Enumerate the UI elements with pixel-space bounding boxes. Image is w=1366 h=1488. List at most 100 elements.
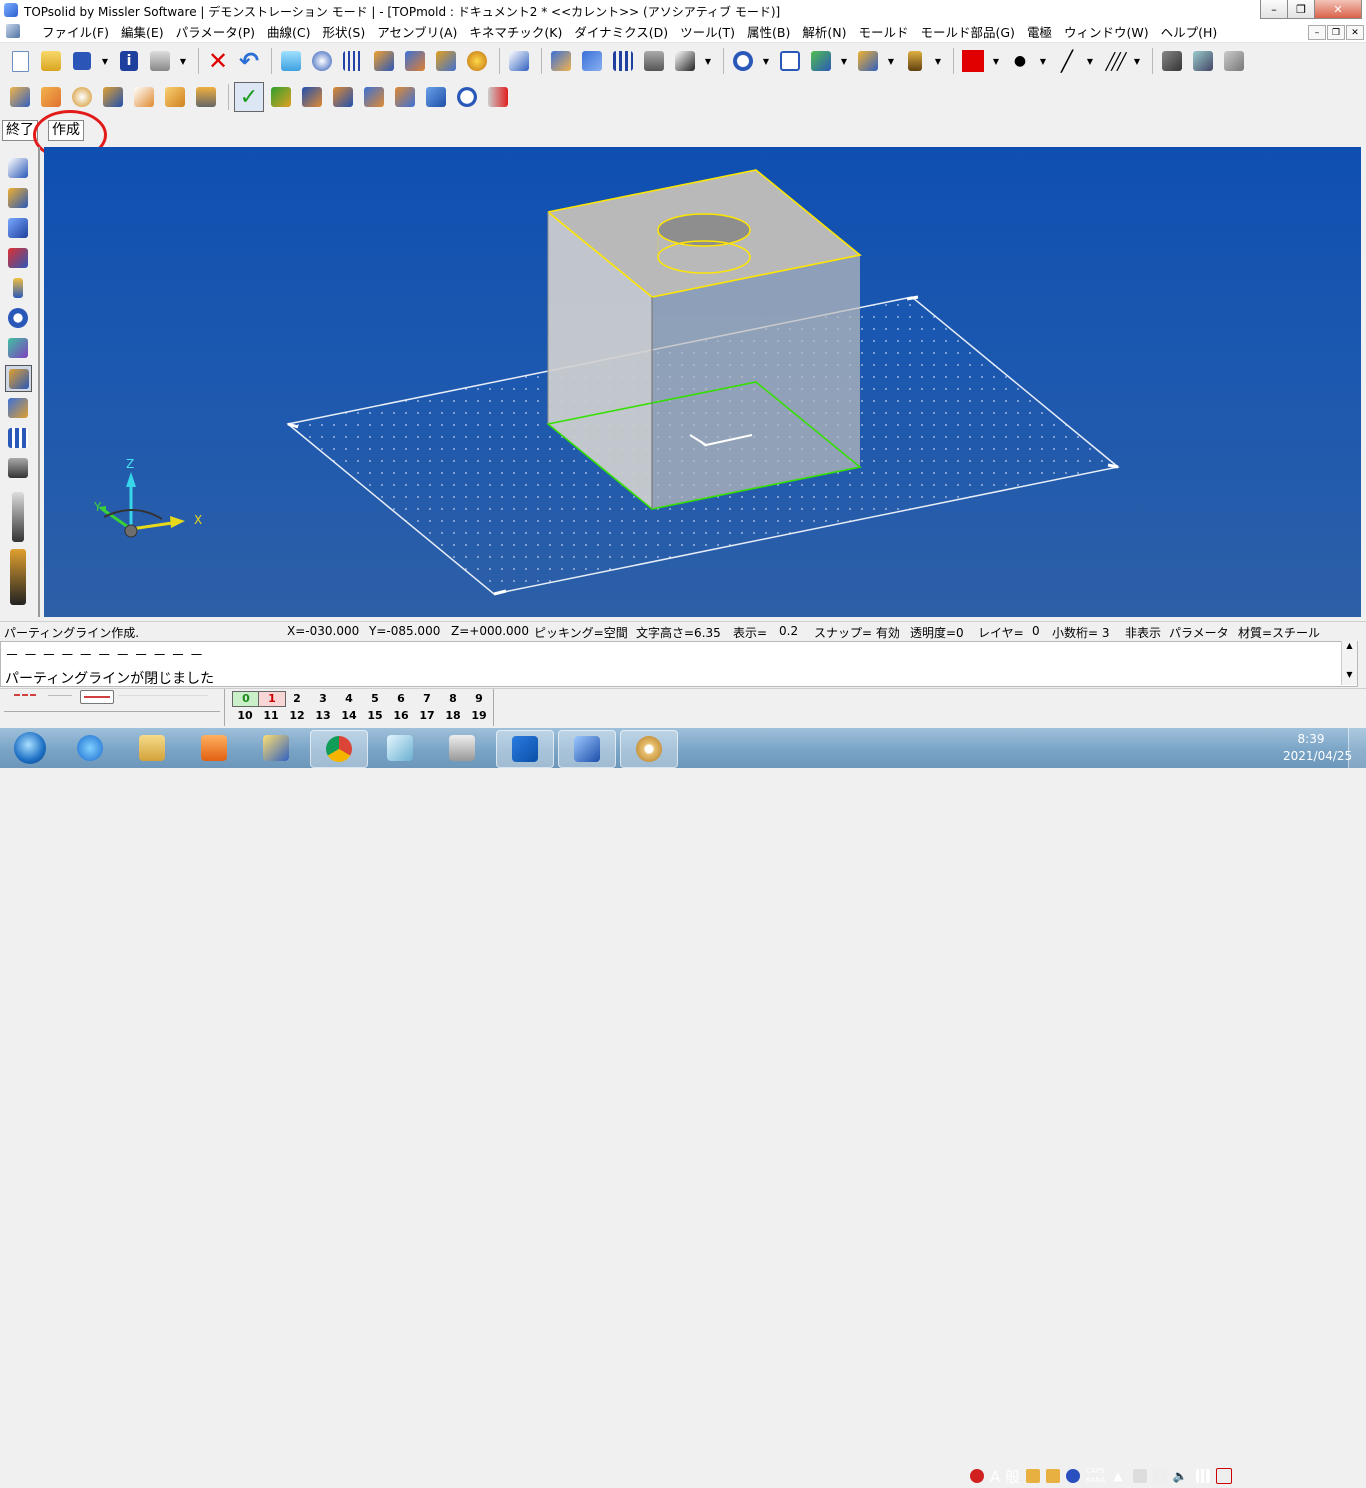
- snap-status[interactable]: スナップ= 有効: [814, 624, 900, 641]
- print-dropdown-icon[interactable]: ▼: [177, 47, 189, 75]
- fit-view-icon[interactable]: [776, 47, 804, 75]
- picking-mode[interactable]: ピッキング=空間: [534, 624, 628, 641]
- close-button[interactable]: ✕: [1314, 0, 1362, 19]
- decimal-places[interactable]: 小数桁= 3: [1052, 624, 1110, 641]
- orient-dropdown-icon[interactable]: ▼: [885, 47, 897, 75]
- mold-plate-icon[interactable]: [161, 83, 189, 111]
- alert-icon[interactable]: [970, 1469, 984, 1483]
- sketch-pencil-icon[interactable]: [5, 155, 30, 180]
- hidden-toggle[interactable]: 非表示: [1125, 624, 1161, 641]
- outlook-taskbar-icon[interactable]: [496, 730, 554, 768]
- layer-bottom-19[interactable]: 19: [466, 709, 492, 722]
- line-thickness-icon[interactable]: [80, 690, 114, 704]
- topsolid-taskbar-icon[interactable]: [248, 730, 304, 766]
- tree-graph-icon[interactable]: [671, 47, 699, 75]
- menu-assembly[interactable]: アセンブリ(A): [371, 22, 463, 41]
- menu-parameter[interactable]: パラメータ(P): [170, 22, 261, 41]
- clock[interactable]: 8:39 2021/04/25: [1283, 731, 1352, 765]
- scroll-up-icon[interactable]: ▲: [1342, 641, 1357, 650]
- transparency[interactable]: 透明度=0: [910, 624, 964, 641]
- message-scrollbar[interactable]: ▲ ▼: [1341, 641, 1357, 685]
- dash-line-icon[interactable]: [14, 694, 36, 697]
- render-mode-icon[interactable]: [807, 47, 835, 75]
- menu-help[interactable]: ヘルプ(H): [1155, 22, 1224, 41]
- layer-bottom-13[interactable]: 13: [310, 709, 336, 722]
- doc-close-button[interactable]: ✕: [1346, 25, 1364, 40]
- calculator-taskbar-icon[interactable]: [434, 730, 490, 766]
- menu-curve[interactable]: 曲線(C): [261, 22, 316, 41]
- mold-base-icon[interactable]: [5, 395, 30, 420]
- layer-top-9[interactable]: 9: [466, 692, 492, 705]
- layer-bottom-16[interactable]: 16: [388, 709, 414, 722]
- menu-window[interactable]: ウィンドウ(W): [1058, 22, 1155, 41]
- solid-block-icon[interactable]: [5, 215, 30, 240]
- view-orient-icon[interactable]: [854, 47, 882, 75]
- zoom-dropdown-icon[interactable]: ▼: [760, 47, 772, 75]
- axis-icon[interactable]: [901, 47, 929, 75]
- color-swatch-icon[interactable]: [959, 47, 987, 75]
- volume-icon[interactable]: 🔈: [1173, 1469, 1188, 1483]
- layer-top-1[interactable]: 1: [258, 691, 286, 707]
- layer-bottom-17[interactable]: 17: [414, 709, 440, 722]
- package-icon[interactable]: [1220, 47, 1248, 75]
- topmold-taskbar-icon[interactable]: [558, 730, 616, 768]
- menu-analysis[interactable]: 解析(N): [796, 22, 852, 41]
- tool-icon[interactable]: [432, 47, 460, 75]
- parameters-icon[interactable]: [339, 47, 367, 75]
- point-style-icon[interactable]: ●: [1006, 47, 1034, 75]
- curve-pen-icon[interactable]: [5, 185, 30, 210]
- hatch-dropdown-icon[interactable]: ▼: [1131, 47, 1143, 75]
- menu-electrode[interactable]: 電極: [1021, 22, 1058, 41]
- restore-button[interactable]: ❐: [1287, 0, 1315, 19]
- minimize-button[interactable]: –: [1260, 0, 1288, 19]
- network-icon[interactable]: [1215, 1468, 1232, 1484]
- save-dropdown-icon[interactable]: ▼: [99, 47, 111, 75]
- ie-taskbar-icon[interactable]: [62, 730, 118, 766]
- doc-restore-button[interactable]: ❐: [1327, 25, 1345, 40]
- parting-surface-icon[interactable]: [298, 83, 326, 111]
- measure-icon[interactable]: [463, 47, 491, 75]
- open-folder-icon[interactable]: [37, 47, 65, 75]
- equalizer-icon[interactable]: [609, 47, 637, 75]
- mold-module-icon[interactable]: [5, 365, 32, 392]
- camera-icon[interactable]: [1158, 47, 1186, 75]
- tree-dropdown-icon[interactable]: ▼: [702, 47, 714, 75]
- layer-top-4[interactable]: 4: [336, 692, 362, 705]
- cut-icon[interactable]: [578, 47, 606, 75]
- slider-icon[interactable]: [422, 83, 450, 111]
- point-dropdown-icon[interactable]: ▼: [1037, 47, 1049, 75]
- extend-surface-icon[interactable]: [329, 83, 357, 111]
- split-icon[interactable]: [391, 83, 419, 111]
- layer-top-5[interactable]: 5: [362, 692, 388, 705]
- ejector-icon[interactable]: [5, 425, 30, 450]
- help-icon[interactable]: [1066, 1469, 1081, 1483]
- layers-icon[interactable]: [1189, 47, 1217, 75]
- axis-dropdown-icon[interactable]: ▼: [932, 47, 944, 75]
- layer-bottom-15[interactable]: 15: [362, 709, 388, 722]
- show-desktop-button[interactable]: [1348, 728, 1366, 768]
- layer-top-0[interactable]: 0: [232, 691, 260, 707]
- menu-mold-parts[interactable]: モールド部品(G): [914, 22, 1020, 41]
- layer-value[interactable]: 0: [1032, 624, 1040, 638]
- menu-dynamics[interactable]: ダイナミクス(D): [568, 22, 674, 41]
- display-label[interactable]: 表示=: [733, 624, 767, 641]
- model-tree-icon[interactable]: [277, 47, 305, 75]
- start-button[interactable]: [2, 730, 58, 766]
- fill-surface-icon[interactable]: [360, 83, 388, 111]
- mold-layer-icon[interactable]: [192, 83, 220, 111]
- drafting-icon[interactable]: [5, 335, 30, 360]
- mold-core-icon[interactable]: [99, 83, 127, 111]
- line-style-icon[interactable]: ╱: [1053, 47, 1081, 75]
- layer-top-3[interactable]: 3: [310, 692, 336, 705]
- surface-icon[interactable]: [5, 245, 30, 270]
- layer-bottom-14[interactable]: 14: [336, 709, 362, 722]
- ime-indicator[interactable]: A 般: [990, 1466, 1020, 1487]
- text-height[interactable]: 文字高さ=6.35: [636, 624, 721, 641]
- layer-top-8[interactable]: 8: [440, 692, 466, 705]
- mold-wizard-icon[interactable]: [6, 83, 34, 111]
- app-icon[interactable]: [4, 3, 18, 17]
- layer-label[interactable]: レイヤ=: [978, 624, 1024, 641]
- document-icon[interactable]: [6, 24, 20, 38]
- chrome-taskbar-icon[interactable]: [310, 730, 368, 768]
- 3d-viewport[interactable]: Z X Y: [44, 147, 1361, 617]
